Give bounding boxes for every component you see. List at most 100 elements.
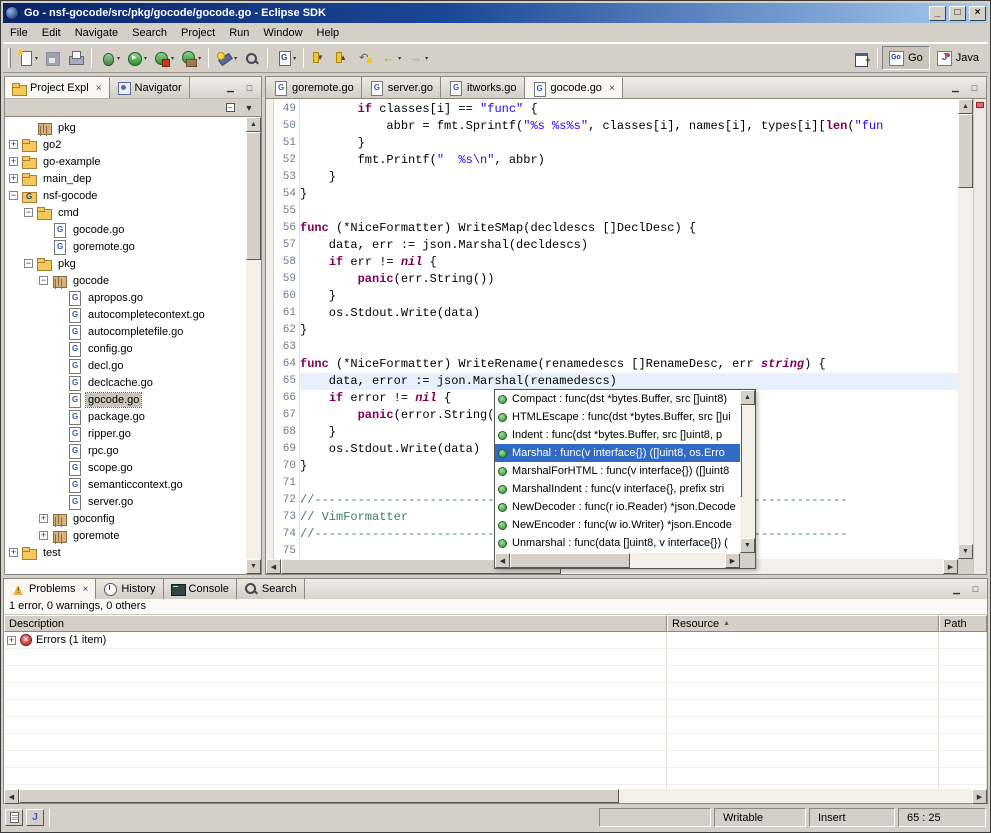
tree-scroll-track[interactable] <box>246 132 261 559</box>
open-perspective-button[interactable] <box>850 47 873 69</box>
collapse-icon[interactable]: − <box>24 259 33 268</box>
tab-history[interactable]: History <box>96 579 163 599</box>
tree-item-cmd[interactable]: −cmd <box>5 204 246 221</box>
maximize-view-icon[interactable]: □ <box>241 80 258 95</box>
autocomplete-item-htmlescape[interactable]: HTMLEscape : func(dst *bytes.Buffer, src… <box>495 408 740 426</box>
tab-project-expl[interactable]: Project Expl× <box>5 77 110 98</box>
tree-item-decl-go[interactable]: decl.go <box>5 357 246 374</box>
prev-annotation-button[interactable] <box>331 47 354 69</box>
minimize-view-icon[interactable]: ▁ <box>222 80 239 95</box>
code-line-65[interactable]: data, error := json.Marshal(renamedescs) <box>300 373 958 390</box>
dropdown-arrow-icon[interactable]: ▾ <box>117 55 120 62</box>
expand-icon[interactable]: + <box>39 514 48 523</box>
tree-item-semanticcontext-go[interactable]: semanticcontext.go <box>5 476 246 493</box>
run-last-button[interactable]: ▾ <box>150 47 177 69</box>
autocomplete-item-marshal[interactable]: Marshal : func(v interface{}) ([]uint8, … <box>495 444 740 462</box>
scroll-right-icon[interactable]: ▶ <box>943 559 958 574</box>
save-button[interactable] <box>41 47 64 69</box>
tree-item-scope-go[interactable]: scope.go <box>5 459 246 476</box>
tree-item-autocompletecontext-go[interactable]: autocompletecontext.go <box>5 306 246 323</box>
tree-item-rpc-go[interactable]: rpc.go <box>5 442 246 459</box>
column-header-description[interactable]: Description <box>4 615 667 632</box>
tree-item-go-example[interactable]: +go-example <box>5 153 246 170</box>
open-type-button[interactable] <box>240 47 263 69</box>
new-wizard-button[interactable]: ▾ <box>14 47 41 69</box>
last-edit-button[interactable] <box>354 47 377 69</box>
scroll-down-icon[interactable]: ▼ <box>740 538 755 553</box>
scroll-down-icon[interactable]: ▼ <box>246 559 261 574</box>
tree-scrollbar[interactable]: ▲ ▼ <box>246 117 261 574</box>
tree-item-package-go[interactable]: package.go <box>5 408 246 425</box>
autocomplete-item-indent[interactable]: Indent : func(dst *bytes.Buffer, src []u… <box>495 426 740 444</box>
expand-icon[interactable]: + <box>9 548 18 557</box>
menu-item-help[interactable]: Help <box>310 24 347 42</box>
minimize-window-button[interactable]: _ <box>929 6 946 21</box>
code-line-52[interactable]: fmt.Printf(" %s\n", abbr) <box>300 152 958 169</box>
editor-tab-itworks-go[interactable]: itworks.go <box>441 77 525 98</box>
new-go-element-button[interactable]: ▾ <box>272 47 299 69</box>
code-line-50[interactable]: abbr = fmt.Sprintf("%s %s%s", classes[i]… <box>300 118 958 135</box>
code-line-53[interactable]: } <box>300 169 958 186</box>
tree-item-test[interactable]: +test <box>5 544 246 561</box>
tree-item-autocompletefile-go[interactable]: autocompletefile.go <box>5 323 246 340</box>
tree-item-nsf-gocode[interactable]: −nsf-gocode <box>5 187 246 204</box>
code-line-62[interactable]: } <box>300 322 958 339</box>
print-button[interactable] <box>64 47 87 69</box>
close-icon[interactable]: × <box>96 83 102 94</box>
code-line-49[interactable]: if classes[i] == "func" { <box>300 101 958 118</box>
autocomplete-scroll-thumb[interactable] <box>740 405 742 497</box>
close-icon[interactable]: × <box>82 584 88 595</box>
editor-tab-goremote-go[interactable]: goremote.go <box>266 77 362 98</box>
scroll-up-icon[interactable]: ▲ <box>958 99 973 114</box>
back-button[interactable]: ▾ <box>377 47 404 69</box>
scroll-left-icon[interactable]: ◀ <box>266 559 281 574</box>
search-button[interactable]: ▾ <box>213 47 240 69</box>
problems-horizontal-scrollbar[interactable]: ◀ ▶ <box>3 789 988 804</box>
code-line-59[interactable]: panic(err.String()) <box>300 271 958 288</box>
run-button[interactable]: ▾ <box>123 47 150 69</box>
tree-item-config-go[interactable]: config.go <box>5 340 246 357</box>
tree-item-ripper-go[interactable]: ripper.go <box>5 425 246 442</box>
error-mark[interactable] <box>976 102 984 108</box>
problems-hscroll-track[interactable] <box>19 789 972 803</box>
scroll-down-icon[interactable]: ▼ <box>958 544 973 559</box>
autocomplete-hscroll-thumb[interactable] <box>510 553 630 568</box>
forward-button[interactable]: ▾ <box>404 47 431 69</box>
tree-item-goremote[interactable]: +goremote <box>5 527 246 544</box>
tree-item-goconfig[interactable]: +goconfig <box>5 510 246 527</box>
scroll-right-icon[interactable]: ▶ <box>972 789 987 804</box>
view-menu-icon[interactable]: ▼ <box>241 101 257 115</box>
close-window-button[interactable]: × <box>969 6 986 21</box>
expand-icon[interactable]: + <box>39 531 48 540</box>
overview-ruler[interactable] <box>973 99 986 574</box>
perspective-go-button[interactable]: Go <box>882 46 930 70</box>
maximize-window-button[interactable]: □ <box>949 6 966 21</box>
autocomplete-item-newencoder[interactable]: NewEncoder : func(w io.Writer) *json.Enc… <box>495 516 740 534</box>
expand-icon[interactable]: + <box>7 636 16 645</box>
menu-item-search[interactable]: Search <box>125 24 174 42</box>
code-line-63[interactable] <box>300 339 958 356</box>
fast-view-icon[interactable] <box>5 809 23 826</box>
tree-scroll-thumb[interactable] <box>246 132 261 260</box>
tree-item-declcache-go[interactable]: declcache.go <box>5 374 246 391</box>
code-line-55[interactable] <box>300 203 958 220</box>
editor-scroll-thumb[interactable] <box>958 114 973 188</box>
autocomplete-horizontal-scrollbar[interactable]: ◀ ▶ <box>495 553 740 568</box>
maximize-view-icon[interactable]: □ <box>967 582 984 597</box>
minimize-view-icon[interactable]: ▁ <box>948 582 965 597</box>
autocomplete-hscroll-track[interactable] <box>510 553 725 568</box>
tree-item-main-dep[interactable]: +main_dep <box>5 170 246 187</box>
expand-icon[interactable]: + <box>9 157 18 166</box>
editor-tab-server-go[interactable]: server.go <box>362 77 441 98</box>
collapse-icon[interactable]: − <box>24 208 33 217</box>
dropdown-arrow-icon[interactable]: ▾ <box>144 55 147 62</box>
collapse-icon[interactable]: − <box>9 191 18 200</box>
editor-tab-gocode-go[interactable]: gocode.go× <box>525 77 623 98</box>
tree-item-gocode-go[interactable]: gocode.go <box>5 221 246 238</box>
code-line-56[interactable]: func (*NiceFormatter) WriteSMap(decldesc… <box>300 220 958 237</box>
menu-item-window[interactable]: Window <box>256 24 309 42</box>
menu-item-file[interactable]: File <box>3 24 35 42</box>
dropdown-arrow-icon[interactable]: ▾ <box>398 55 401 62</box>
code-line-54[interactable]: } <box>300 186 958 203</box>
tree-item-pkg[interactable]: −pkg <box>5 255 246 272</box>
